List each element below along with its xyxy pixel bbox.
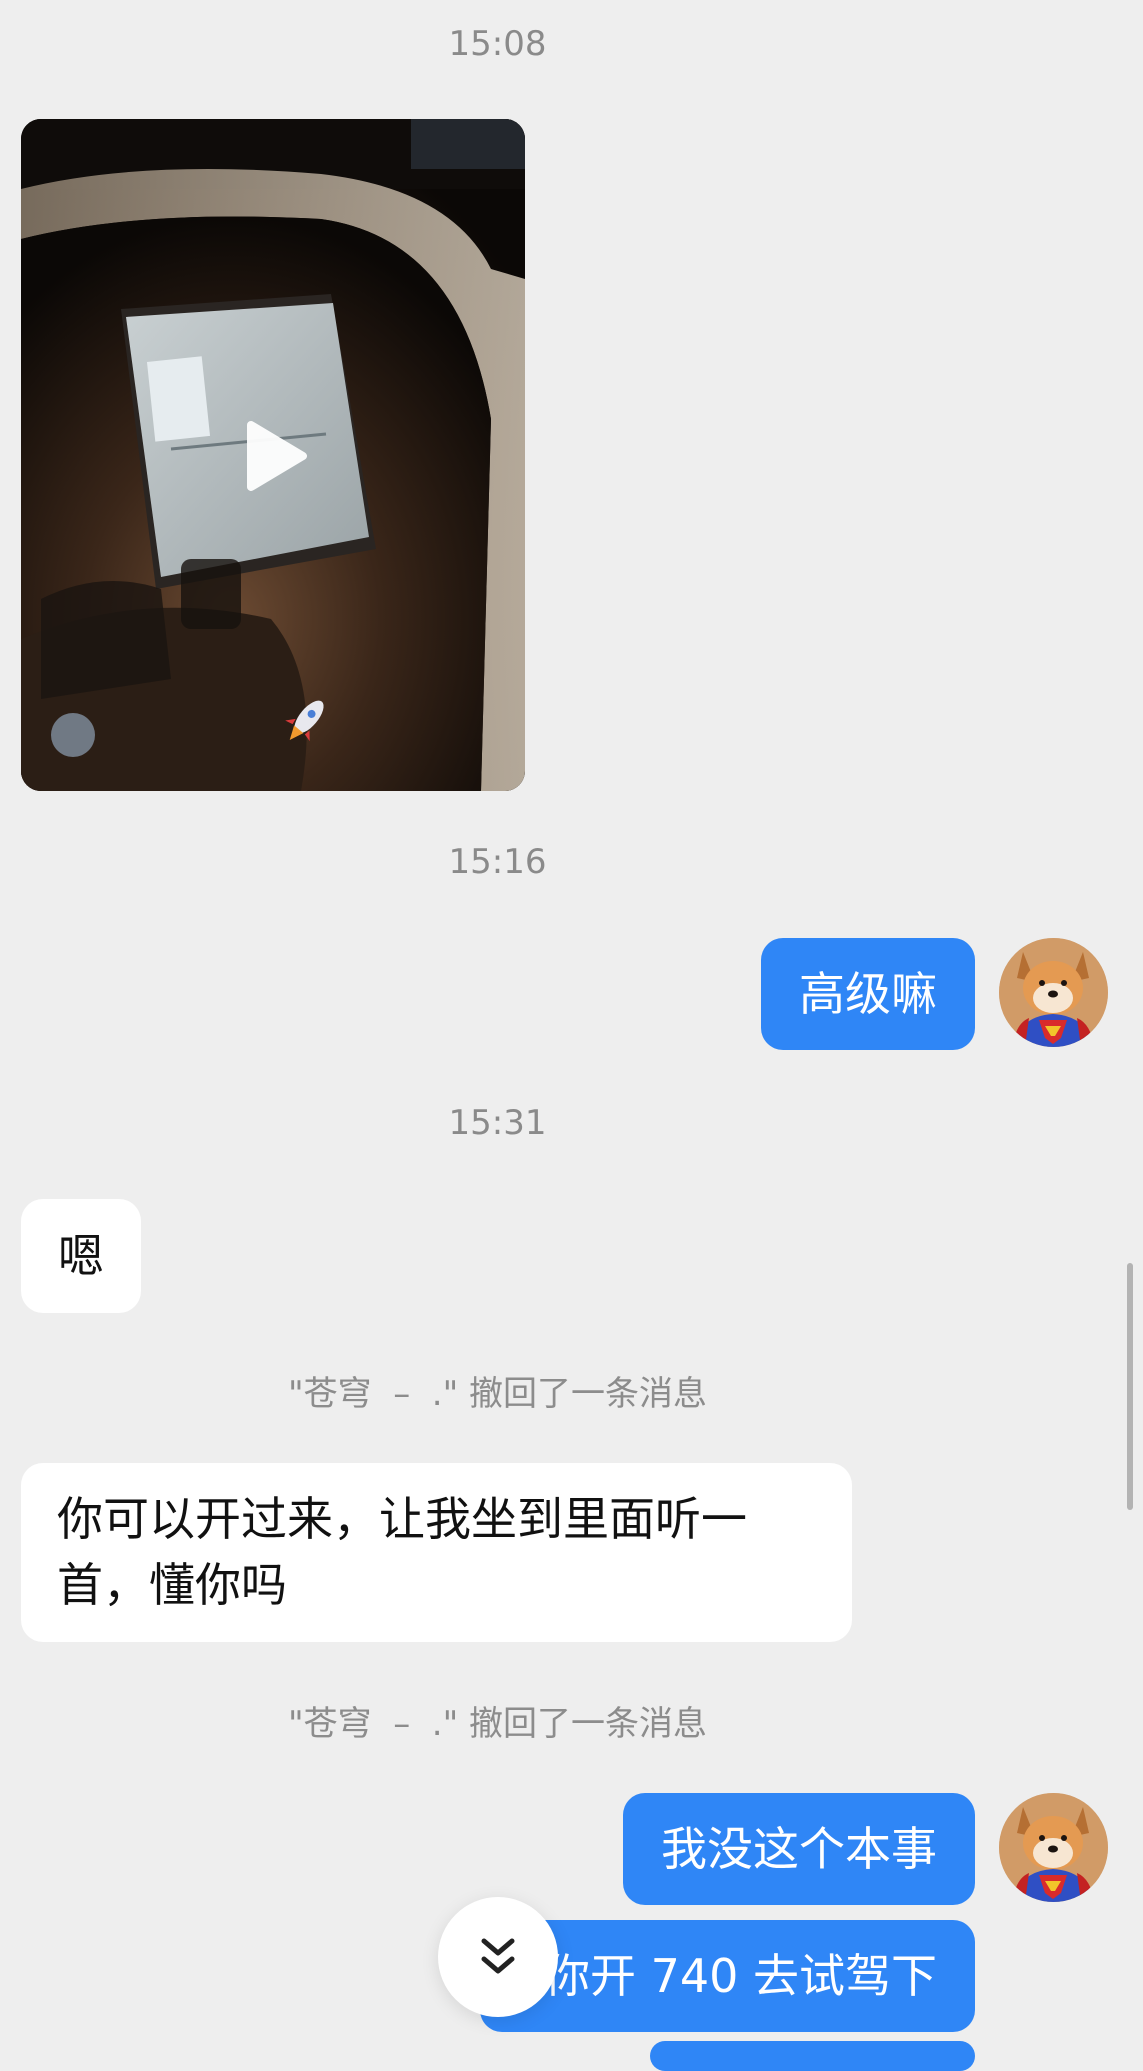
message-text: 高级嘛 — [799, 967, 937, 1021]
play-icon[interactable] — [237, 419, 311, 493]
incoming-message-bubble[interactable]: 你可以开过来，让我坐到里面听一 首，懂你吗 — [21, 1463, 852, 1642]
message-text: 嗯 — [58, 1229, 104, 1283]
avatar[interactable] — [999, 1793, 1108, 1902]
avatar[interactable] — [999, 938, 1108, 1047]
double-chevron-down-icon — [481, 1938, 515, 1974]
message-text: 我没这个本事 — [661, 1822, 937, 1876]
recall-notice: "苍穹 – ." 撤回了一条消息 — [287, 1704, 708, 1744]
message-text-line: 首，懂你吗 — [57, 1558, 287, 1612]
recall-notice: "苍穹 – ." 撤回了一条消息 — [287, 1374, 708, 1414]
incoming-message-bubble[interactable]: 嗯 — [21, 1199, 141, 1313]
message-text-line: 你可以开过来，让我坐到里面听一 — [57, 1492, 747, 1546]
timestamp: 15:08 — [448, 24, 547, 64]
outgoing-message-bubble-partial[interactable] — [650, 2041, 975, 2071]
scrollbar[interactable] — [1127, 1263, 1133, 1510]
outgoing-message-bubble[interactable]: 我没这个本事 — [623, 1793, 975, 1905]
video-message[interactable] — [21, 119, 525, 791]
timestamp: 15:16 — [448, 842, 547, 882]
message-text: 你开 740 去试驾下 — [543, 1949, 937, 2003]
scroll-to-bottom-button[interactable] — [438, 1897, 558, 2017]
outgoing-message-bubble[interactable]: 高级嘛 — [761, 938, 975, 1050]
timestamp: 15:31 — [448, 1103, 547, 1143]
